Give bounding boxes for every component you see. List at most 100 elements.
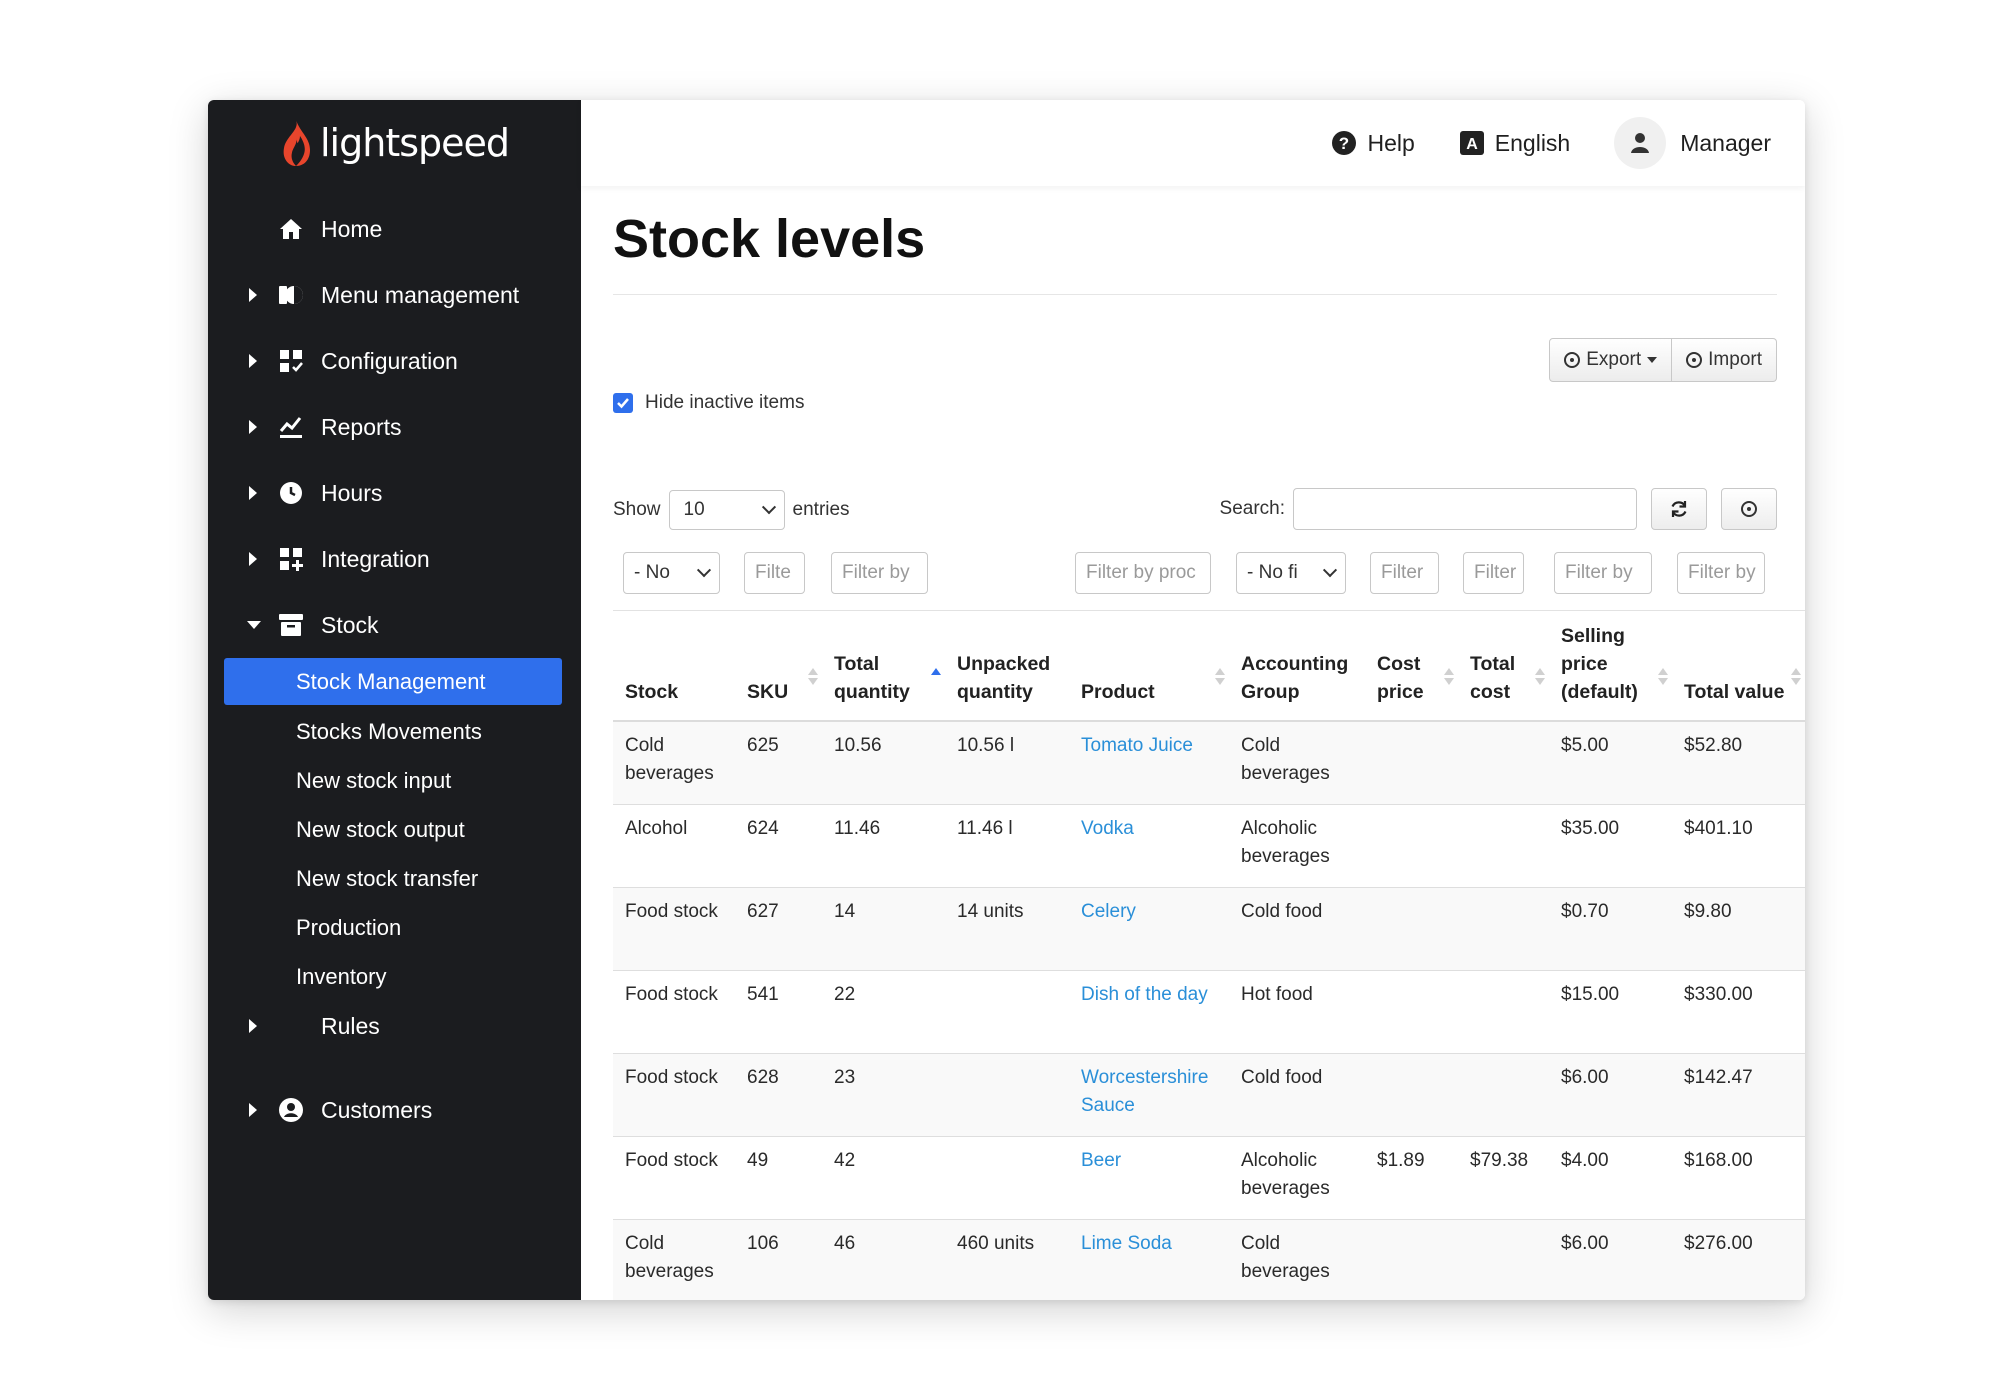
help-link[interactable]: ? Help <box>1331 130 1415 157</box>
cell-total-cost <box>1458 887 1549 971</box>
sidebar-item-hours[interactable]: Hours <box>208 460 581 526</box>
search-label: Search: <box>1219 498 1285 519</box>
column-header-product[interactable]: Product <box>1069 611 1229 722</box>
filter-total-quantity-input[interactable]: Filter by <box>831 552 928 594</box>
check-icon <box>617 398 629 409</box>
filter-accounting-group-select[interactable]: - No fi <box>1236 552 1346 594</box>
main-content: ? Help A English Manager Stock levels Ex… <box>581 100 1805 1300</box>
filter-total-cost-input[interactable]: Filter <box>1463 552 1524 594</box>
import-button[interactable]: Import <box>1672 338 1777 382</box>
export-button[interactable]: Export <box>1549 338 1673 382</box>
cell-cost-price <box>1365 804 1458 888</box>
sidebar-item-stock[interactable]: Stock <box>208 592 581 658</box>
column-header-accounting-group[interactable]: Accounting Group <box>1229 611 1365 722</box>
column-header-sku[interactable]: SKU <box>735 611 822 722</box>
filter-total-value-input[interactable]: Filter by <box>1677 552 1765 594</box>
cell-selling-price: $4.00 <box>1549 1136 1672 1220</box>
product-link[interactable]: Tomato Juice <box>1069 721 1229 805</box>
filter-cost-price-input[interactable]: Filter <box>1370 552 1439 594</box>
product-link[interactable]: Dish of the day <box>1069 970 1229 1054</box>
column-header-cost-price[interactable]: Cost price <box>1365 611 1458 722</box>
export-label: Export <box>1586 349 1642 370</box>
sidebar-item-label: Integration <box>321 545 430 572</box>
sidebar-subitem-inventory[interactable]: Inventory <box>208 952 581 1001</box>
column-header-selling-price[interactable]: Selling price (default) <box>1549 611 1672 722</box>
sidebar-item-customers[interactable]: Customers <box>208 1077 581 1143</box>
filter-stock-select[interactable]: - No <box>623 552 720 594</box>
cell-stock: Cold beverages <box>613 721 735 805</box>
cell-accounting-group: Alcoholic beverages <box>1229 1136 1365 1220</box>
page-length-select[interactable]: 10 <box>668 490 785 530</box>
search-input[interactable] <box>1293 488 1637 530</box>
sidebar-subitem-new-stock-transfer[interactable]: New stock transfer <box>208 854 581 903</box>
cell-selling-price: $5.00 <box>1549 721 1672 805</box>
cell-stock: Food stock <box>613 1136 735 1220</box>
cell-cost-price <box>1365 1219 1458 1300</box>
cell-unpacked-quantity <box>945 1053 1069 1137</box>
sidebar-item-configuration[interactable]: Configuration <box>208 328 581 394</box>
cell-cost-price: $1.89 <box>1365 1136 1458 1220</box>
column-header-total-cost[interactable]: Total cost <box>1458 611 1549 722</box>
filter-sku-input[interactable]: Filte <box>744 552 805 594</box>
product-link[interactable]: Lime Soda <box>1069 1219 1229 1300</box>
sidebar-item-label: Menu management <box>321 281 520 308</box>
cell-total-cost <box>1458 804 1549 888</box>
language-label: English <box>1494 129 1571 156</box>
column-header-total-quantity[interactable]: Total quantity <box>822 611 945 722</box>
user-menu[interactable]: Manager <box>1614 117 1771 169</box>
column-header-label: Selling price (default) <box>1561 625 1638 703</box>
page-length-control: Show 10 entries <box>613 490 850 530</box>
filter-accounting-group-value: - No fi <box>1247 562 1298 583</box>
lightspeed-logo[interactable]: lightspeed <box>278 118 510 168</box>
cell-accounting-group: Cold food <box>1229 1053 1365 1137</box>
cell-selling-price: $6.00 <box>1549 1053 1672 1137</box>
sidebar-subitem-stock-management[interactable]: Stock Management <box>224 658 562 705</box>
refresh-icon <box>1671 501 1687 517</box>
cell-stock: Cold beverages <box>613 1219 735 1300</box>
cell-accounting-group: Cold food <box>1229 887 1365 971</box>
hide-inactive-label: Hide inactive items <box>645 392 805 413</box>
refresh-button[interactable] <box>1651 488 1707 530</box>
stock-icon <box>276 610 306 640</box>
sidebar-item-reports[interactable]: Reports <box>208 394 581 460</box>
cell-total-value: $142.47 <box>1672 1053 1805 1137</box>
sidebar-item-integration[interactable]: Integration <box>208 526 581 592</box>
column-header-label: Unpacked quantity <box>957 653 1051 703</box>
table-row: Alcohol 624 11.46 11.46 l Vodka Alcoholi… <box>613 804 1805 888</box>
sidebar-subitem-new-stock-input[interactable]: New stock input <box>208 756 581 805</box>
sidebar-subitem-production[interactable]: Production <box>208 903 581 952</box>
sidebar-subitem-stocks-movements[interactable]: Stocks Movements <box>208 707 581 756</box>
cell-stock: Food stock <box>613 970 735 1054</box>
product-link[interactable]: Vodka <box>1069 804 1229 888</box>
cell-stock: Food stock <box>613 887 735 971</box>
stock-table: Stock SKU Total quantity Unpacked quanti… <box>613 611 1805 1300</box>
column-header-label: Stock <box>625 681 679 703</box>
filter-selling-price-input[interactable]: Filter by <box>1554 552 1652 594</box>
cell-accounting-group: Cold beverages <box>1229 721 1365 805</box>
sidebar-subitem-new-stock-output[interactable]: New stock output <box>208 805 581 854</box>
cell-total-value: $401.10 <box>1672 804 1805 888</box>
show-label: Show <box>613 499 661 520</box>
column-header-label: Product <box>1081 681 1155 703</box>
product-link[interactable]: Celery <box>1069 887 1229 971</box>
page-title: Stock levels <box>613 209 926 269</box>
caret-right-icon <box>249 552 257 566</box>
sidebar-item-home[interactable]: Home <box>208 196 581 262</box>
hide-inactive-checkbox[interactable] <box>613 393 633 413</box>
column-header-total-value[interactable]: Total value <box>1672 611 1805 722</box>
column-header-unpacked-quantity[interactable]: Unpacked quantity <box>945 611 1069 722</box>
table-row: Cold beverages 625 10.56 10.56 l Tomato … <box>613 721 1805 805</box>
search-bar: Search: <box>1220 488 1777 530</box>
language-selector[interactable]: A English <box>1459 130 1570 157</box>
caret-right-icon <box>249 486 257 500</box>
column-header-stock[interactable]: Stock <box>613 611 735 722</box>
product-link[interactable]: Beer <box>1069 1136 1229 1220</box>
translate-icon: A <box>1459 131 1484 155</box>
sidebar-item-menu-management[interactable]: Menu management <box>208 262 581 328</box>
cell-cost-price <box>1365 1053 1458 1137</box>
column-visibility-button[interactable] <box>1721 488 1777 530</box>
filter-product-input[interactable]: Filter by proc <box>1075 552 1211 594</box>
product-link[interactable]: Worcestershire Sauce <box>1069 1053 1229 1137</box>
sidebar-item-rules[interactable]: Rules <box>208 1001 581 1051</box>
chevron-down-icon <box>1322 563 1338 578</box>
